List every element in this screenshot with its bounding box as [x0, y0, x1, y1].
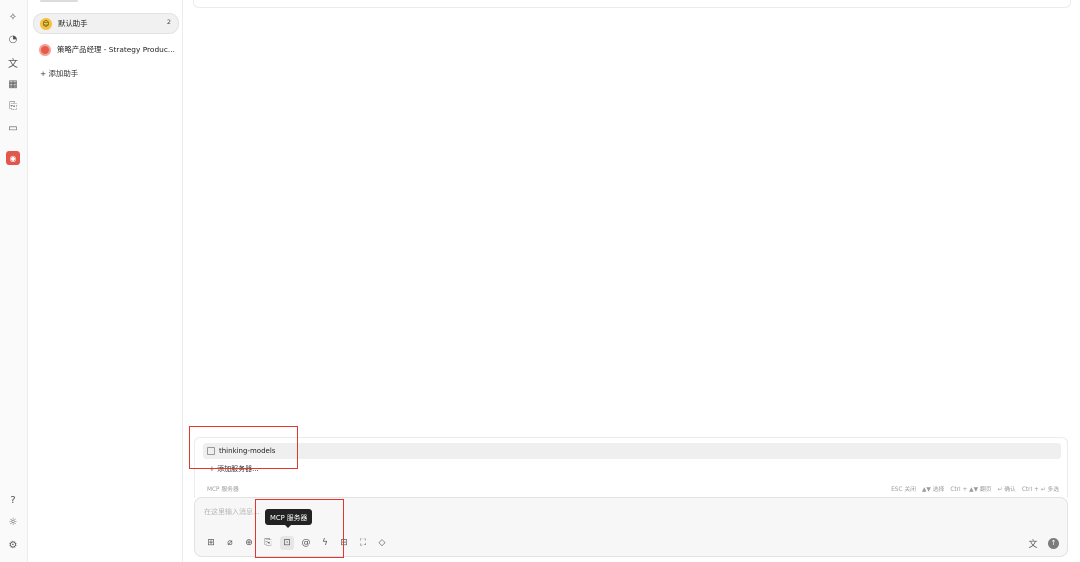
- theme-icon[interactable]: ☼: [6, 515, 20, 529]
- folder-icon[interactable]: ▭: [6, 121, 20, 135]
- new-topic-icon[interactable]: ⊞: [204, 536, 218, 550]
- hint-select: ▲▼ 选择: [921, 487, 945, 493]
- assistant-avatar: [39, 43, 51, 56]
- mcp-server-item[interactable]: thinking-models: [203, 443, 1061, 459]
- add-assistant-button[interactable]: + 添加助手: [40, 68, 78, 79]
- highlight-box-server: [189, 426, 298, 469]
- assistant-name: 默认助手: [58, 19, 88, 28]
- tab-indicator: [40, 0, 78, 2]
- files-icon[interactable]: ⎘: [6, 99, 20, 113]
- app-icon[interactable]: ◉: [6, 151, 20, 165]
- expand-icon[interactable]: ⛶: [356, 536, 370, 550]
- assistant-name: 策略产品经理 - Strategy Produc...: [57, 45, 175, 54]
- highlight-box-mcp-button: [255, 499, 344, 558]
- topic-count-badge: 2: [166, 18, 171, 26]
- attach-icon[interactable]: ⌀: [223, 536, 237, 550]
- hint-multi: Ctrl + ↵ 多选: [1021, 487, 1059, 493]
- translate-icon[interactable]: 文: [1026, 536, 1040, 550]
- help-icon[interactable]: ?: [6, 493, 20, 507]
- hint-confirm: ↵ 确认: [997, 487, 1016, 493]
- assistant-avatar: ☺: [40, 17, 52, 30]
- send-button[interactable]: ↑: [1048, 537, 1059, 549]
- eraser-icon[interactable]: ◇: [375, 536, 389, 550]
- input-right-tools: 文 ↑: [1026, 536, 1059, 550]
- sparkle-icon[interactable]: ✧: [6, 10, 20, 24]
- palette-icon[interactable]: ◔: [6, 32, 20, 46]
- mcp-server-panel: thinking-models + 添加服务器... MCP 服务器 ESC 关…: [194, 437, 1068, 498]
- assistant-item-default[interactable]: ☺ 默认助手 2: [33, 13, 179, 34]
- settings-icon[interactable]: ⚙: [6, 538, 20, 552]
- assistant-item-strategy[interactable]: 策略产品经理 - Strategy Produc...: [33, 40, 177, 59]
- panel-label: MCP 服务器: [207, 487, 239, 493]
- icon-rail: ✧ ◔ 文 ▦ ⎘ ▭ ◉ ? ☼ ⚙: [0, 0, 28, 562]
- hint-page: Ctrl + ▲▼ 翻页: [950, 487, 992, 493]
- translate-icon[interactable]: 文: [6, 55, 20, 70]
- assistant-sidebar: ☺ 默认助手 2 策略产品经理 - Strategy Produc... + 添…: [28, 0, 183, 562]
- apps-icon[interactable]: ▦: [6, 77, 20, 91]
- message-input[interactable]: 在这里输入消息...: [204, 507, 260, 517]
- hint-close: ESC 关闭: [891, 487, 916, 493]
- web-search-icon[interactable]: ⊕: [242, 536, 256, 550]
- message-card: [193, 0, 1071, 8]
- keyboard-hints: ESC 关闭 ▲▼ 选择 Ctrl + ▲▼ 翻页 ↵ 确认 Ctrl + ↵ …: [891, 484, 1059, 493]
- chat-area: thinking-models + 添加服务器... MCP 服务器 ESC 关…: [183, 0, 1080, 562]
